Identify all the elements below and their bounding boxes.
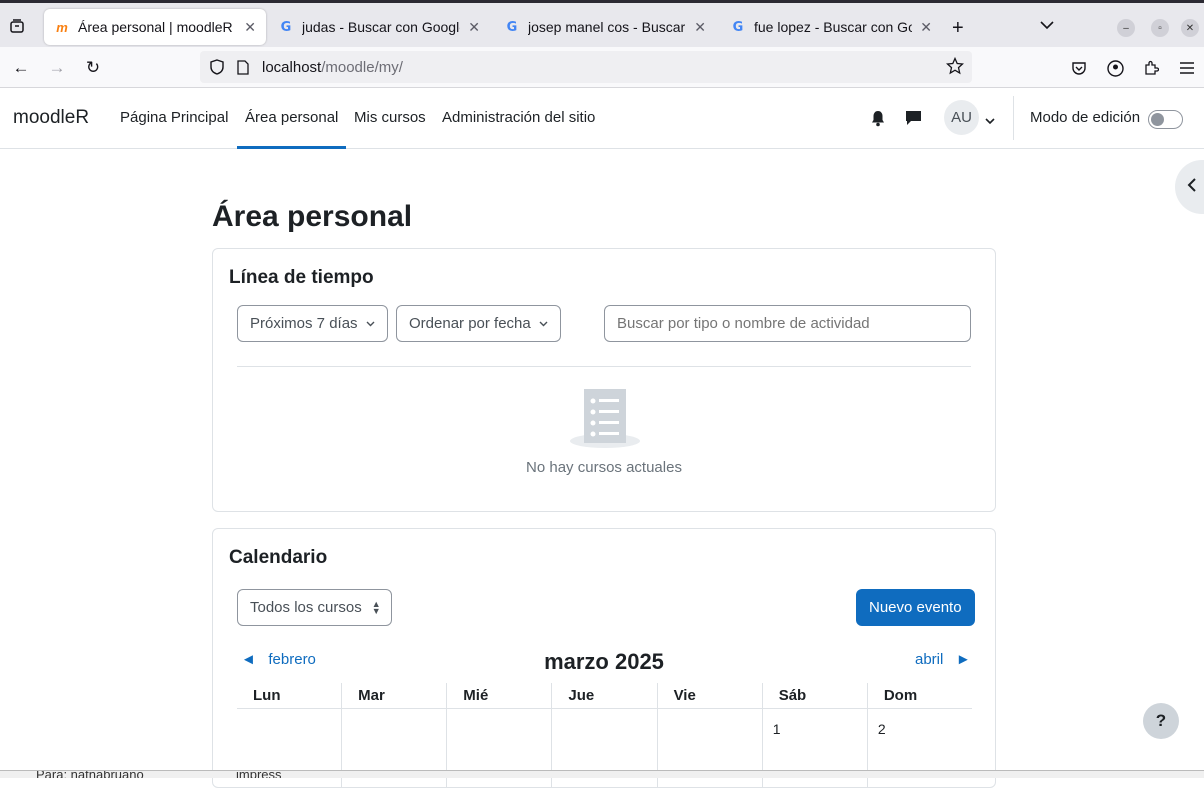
menu-icon[interactable]: [1176, 57, 1198, 79]
calendar-weekday-header: Lun Mar Mié Jue Vie Sáb Dom: [237, 683, 972, 709]
nav-home[interactable]: Página Principal: [120, 109, 228, 126]
browser-tab[interactable]: G josep manel cos - Buscar c ✕: [494, 9, 716, 45]
reload-icon[interactable]: ↻: [82, 57, 104, 79]
close-tab-icon[interactable]: ✕: [920, 19, 932, 36]
browser-tab-bar: m Área personal | moodleR ✕ G judas - Bu…: [0, 0, 1204, 47]
bookmark-star-icon[interactable]: [945, 56, 965, 79]
sort-label: Ordenar por fecha: [409, 315, 531, 332]
toggle-knob: [1151, 113, 1164, 126]
browser-tab[interactable]: G fue lopez - Buscar con Go ✕: [720, 9, 942, 45]
google-icon: G: [280, 19, 292, 35]
notifications-bell-icon[interactable]: [868, 108, 888, 128]
account-icon[interactable]: [1104, 57, 1126, 79]
empty-courses-illustration: [568, 387, 642, 449]
calendar-heading: Calendario: [229, 547, 328, 568]
chevron-left-icon: [1187, 177, 1197, 198]
google-icon: G: [506, 19, 518, 35]
chevron-down-icon[interactable]: [985, 112, 995, 130]
site-brand[interactable]: moodleR: [13, 107, 89, 129]
extensions-icon[interactable]: [1140, 57, 1162, 79]
bottom-text: impress: [236, 770, 282, 778]
chevron-down-icon[interactable]: [1040, 17, 1054, 35]
open-block-drawer-button[interactable]: [1175, 160, 1204, 214]
forward-icon[interactable]: →: [46, 57, 68, 79]
day-filter-label: Próximos 7 días: [250, 315, 358, 332]
chevron-down-icon: [539, 318, 548, 330]
url-path: /moodle/my/: [321, 58, 403, 76]
url-bar[interactable]: localhost/moodle/my/: [200, 51, 972, 83]
help-button[interactable]: ?: [1143, 703, 1179, 739]
close-tab-icon[interactable]: ✕: [244, 19, 256, 36]
edit-mode-toggle[interactable]: [1148, 110, 1183, 129]
timeline-block: Línea de tiempo Próximos 7 días Ordenar …: [212, 248, 996, 512]
pocket-icon[interactable]: [1068, 57, 1090, 79]
timeline-day-filter[interactable]: Próximos 7 días: [237, 305, 388, 342]
bottom-text: Para: natnabruano: [36, 770, 144, 778]
page-title: Área personal: [212, 200, 413, 233]
course-filter-label: Todos los cursos: [250, 599, 362, 616]
select-arrows-icon: ▲ ▼: [371, 598, 381, 616]
edit-mode-label: Modo de edición: [1030, 109, 1141, 126]
weekday-label: Lun: [253, 687, 281, 704]
weekday-label: Jue: [551, 683, 656, 708]
messages-icon[interactable]: [903, 108, 923, 128]
next-month-label: abril: [915, 651, 944, 668]
next-month-link[interactable]: abril ►: [915, 651, 971, 668]
tab-title: Área personal | moodleR: [78, 19, 233, 35]
nav-my-courses[interactable]: Mis cursos: [354, 109, 426, 126]
timeline-heading: Línea de tiempo: [229, 267, 374, 288]
timeline-search-input[interactable]: [604, 305, 971, 342]
user-avatar[interactable]: AU: [944, 100, 979, 135]
tab-title: judas - Buscar con Google: [302, 19, 461, 35]
weekday-label: Sáb: [761, 683, 867, 708]
close-tab-icon[interactable]: ✕: [694, 19, 706, 36]
google-icon: G: [732, 19, 744, 35]
minimize-icon[interactable]: –: [1117, 19, 1135, 37]
close-window-icon[interactable]: ✕: [1181, 19, 1199, 37]
weekday-label: Mar: [341, 683, 446, 708]
new-tab-icon[interactable]: +: [952, 17, 964, 40]
calendar-block: Calendario Todos los cursos ▲ ▼ Nuevo eve…: [212, 528, 996, 788]
course-filter-select[interactable]: Todos los cursos ▲ ▼: [237, 589, 392, 626]
back-icon[interactable]: ←: [10, 57, 32, 79]
weekday-label: Dom: [866, 683, 972, 708]
moodle-icon: m: [56, 19, 68, 35]
divider: [237, 366, 971, 367]
month-title: marzo 2025: [544, 649, 664, 674]
browser-tab[interactable]: G judas - Buscar con Google ✕: [268, 9, 490, 45]
nav-dashboard[interactable]: Área personal: [237, 109, 347, 149]
shield-icon[interactable]: [208, 59, 226, 75]
new-event-button[interactable]: Nuevo evento: [856, 589, 975, 626]
weekday-label: Vie: [656, 683, 762, 708]
close-tab-icon[interactable]: ✕: [468, 19, 480, 36]
site-header: moodleR Página Principal Área personal M…: [0, 88, 1204, 149]
nav-site-admin[interactable]: Administración del sitio: [442, 109, 595, 126]
page-icon[interactable]: [234, 59, 252, 75]
weekday-label: Mié: [446, 683, 551, 708]
timeline-sort[interactable]: Ordenar por fecha: [396, 305, 561, 342]
tab-overview-icon[interactable]: [6, 15, 28, 37]
url-host: localhost: [262, 58, 322, 76]
restore-icon[interactable]: ▫: [1151, 19, 1169, 37]
browser-tab[interactable]: m Área personal | moodleR ✕: [44, 9, 266, 45]
tab-title: fue lopez - Buscar con Go: [754, 19, 913, 35]
browser-nav-bar: ← → ↻ localhost/moodle/my/: [0, 47, 1204, 88]
empty-message: No hay cursos actuales: [526, 459, 682, 476]
header-divider: [1013, 96, 1014, 140]
bottom-overlay-bar: Para: natnabruano impress: [0, 770, 1204, 778]
arrow-right-icon: ►: [955, 651, 971, 668]
chevron-down-icon: [366, 318, 375, 330]
tab-title: josep manel cos - Buscar c: [528, 19, 687, 35]
